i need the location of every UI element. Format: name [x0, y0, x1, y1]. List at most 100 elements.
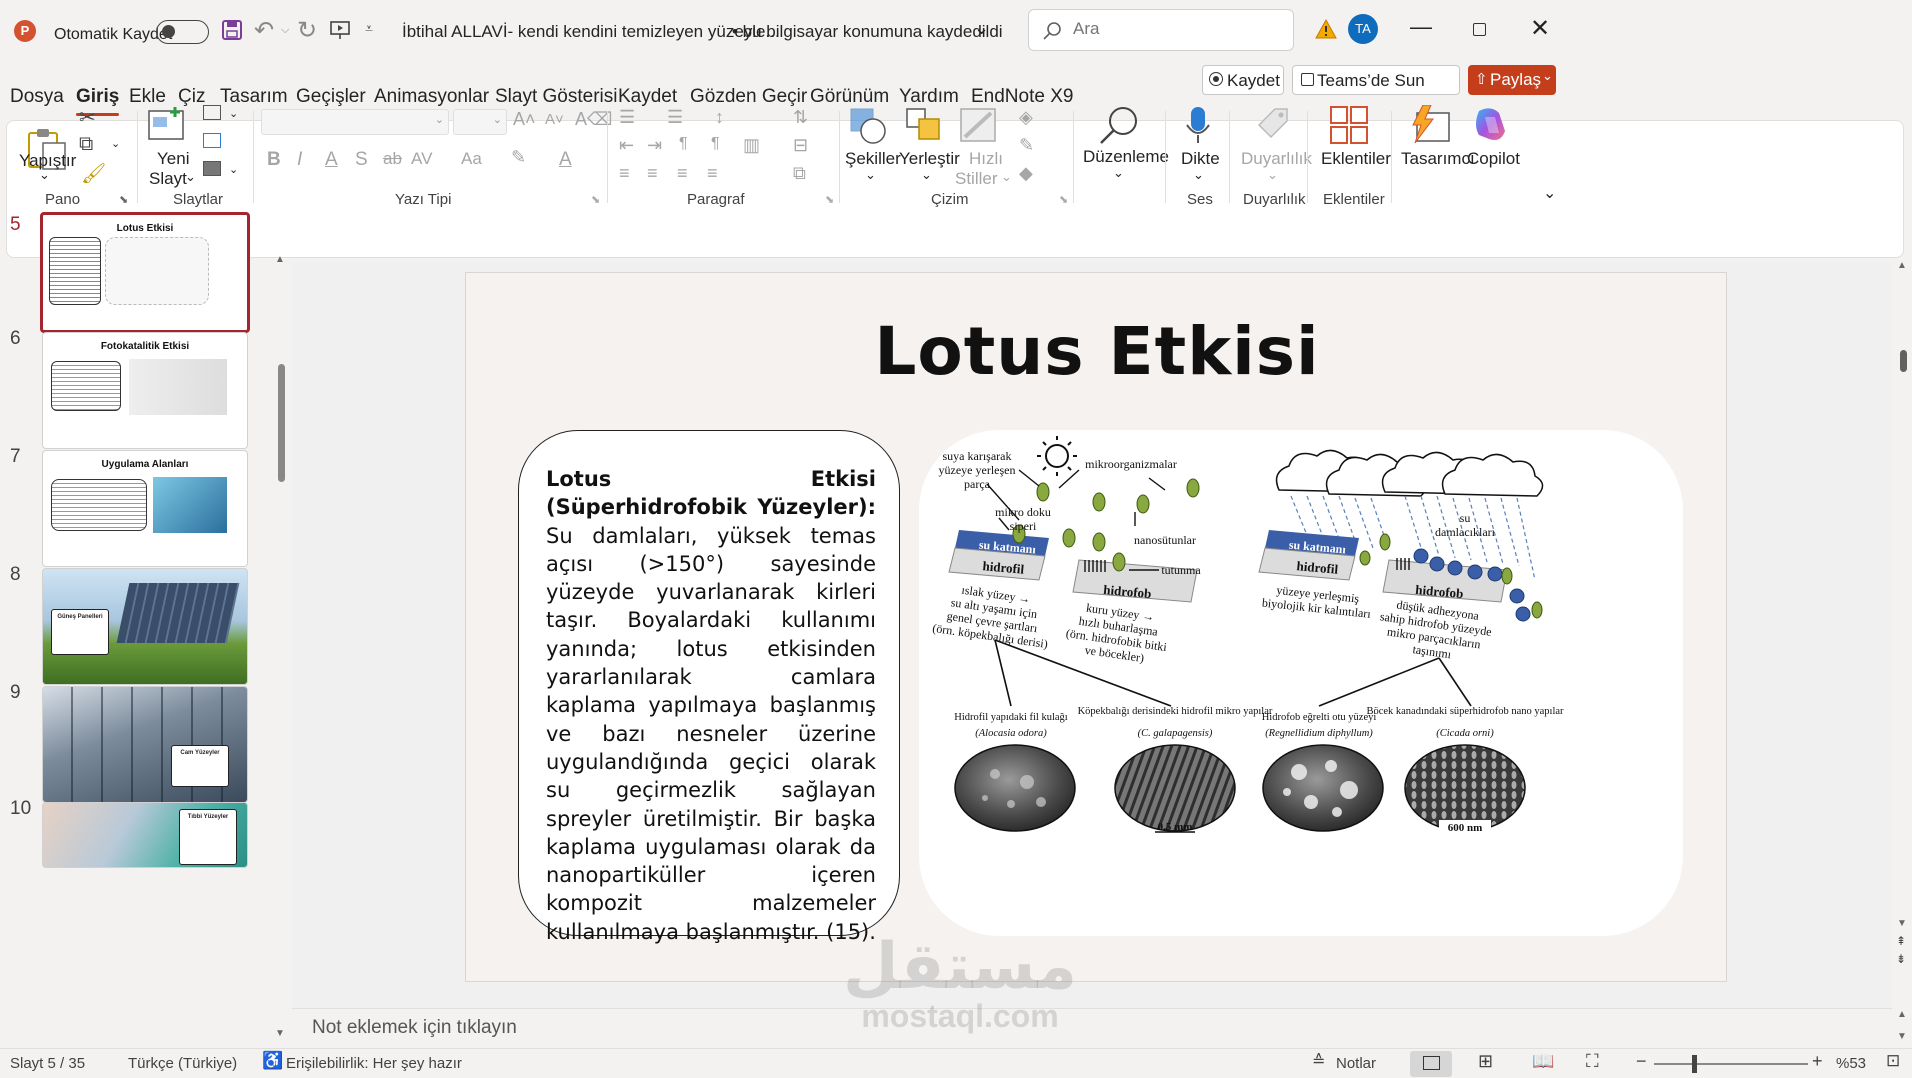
section-dropdown-icon[interactable]: ⌄	[229, 163, 238, 176]
thumbnail-slide-6[interactable]: Fotokatalitik Etkisi	[42, 332, 248, 449]
sensitivity-icon[interactable]	[1255, 105, 1291, 145]
present-from-start-icon[interactable]	[329, 19, 351, 41]
quick-styles-dropdown-icon[interactable]: ⌄	[1001, 169, 1012, 185]
font-family-select[interactable]: ⌄	[261, 109, 449, 135]
slide-title[interactable]: Lotus Etkisi	[466, 313, 1728, 390]
zoom-slider-thumb[interactable]	[1692, 1055, 1697, 1073]
numbering-icon[interactable]: ☰	[667, 107, 683, 128]
copilot-label[interactable]: Copilot	[1467, 149, 1520, 169]
drawing-launcher-icon[interactable]: ⬊	[1059, 193, 1068, 206]
arrange-icon[interactable]	[905, 107, 945, 145]
shapes-dropdown-icon[interactable]: ⌄	[865, 167, 876, 183]
editing-label[interactable]: Düzenleme	[1083, 147, 1169, 167]
slide-body-text[interactable]: Lotus Etkisi (Süperhidrofobik Yüzeyler):…	[546, 465, 876, 946]
italic-icon[interactable]: I	[297, 149, 302, 171]
font-launcher-icon[interactable]: ⬊	[591, 193, 600, 206]
ribbon-collapse-icon[interactable]: ⌄	[1543, 183, 1556, 203]
arrange-label[interactable]: Yerleştir	[899, 149, 960, 169]
bullets-icon[interactable]: ☰	[619, 107, 635, 128]
tab-endnote[interactable]: EndNote X9	[971, 86, 1073, 108]
thumbnail-slide-8[interactable]: Güneş Panelleri	[42, 568, 248, 685]
zoom-in-icon[interactable]: +	[1812, 1051, 1823, 1072]
increase-indent-icon[interactable]: ⇥	[647, 135, 662, 156]
shadow-icon[interactable]: S	[355, 149, 368, 171]
tab-tasarim[interactable]: Tasarım	[220, 86, 288, 108]
clipboard-launcher-icon[interactable]: ⬊	[119, 193, 128, 206]
normal-view-button[interactable]	[1410, 1051, 1452, 1077]
strikethrough-icon[interactable]: ab	[383, 149, 402, 169]
layout-dropdown-icon[interactable]: ⌄	[229, 107, 238, 120]
fit-to-window-icon[interactable]: ⊡	[1886, 1051, 1900, 1071]
lotus-effect-figure[interactable]: suya karışarak yüzeye yerleşen parça mik…	[919, 430, 1683, 936]
undo-icon[interactable]: ↶	[254, 16, 274, 45]
autosave-toggle[interactable]	[156, 20, 209, 44]
notes-icon[interactable]: ≙	[1312, 1051, 1325, 1071]
save-status[interactable]: • bu bilgisayar konumuna kaydedildi	[732, 22, 1003, 42]
shapes-icon[interactable]	[849, 107, 889, 145]
accessibility-status[interactable]: Erişilebilirlik: Her şey hazır	[286, 1055, 462, 1072]
tab-gozden-gecir[interactable]: Gözden Geçir	[690, 86, 807, 108]
document-title[interactable]: İbtihal ALLAVİ- kendi kendini temizleyen…	[402, 22, 780, 42]
tab-animasyonlar[interactable]: Animasyonlar	[374, 86, 489, 108]
line-spacing-icon[interactable]: ↕	[715, 107, 724, 128]
addins-label[interactable]: Eklentiler	[1321, 149, 1391, 169]
paragraph-launcher-icon[interactable]: ⬊	[825, 193, 834, 206]
editing-search-icon[interactable]	[1097, 105, 1141, 145]
change-case-icon[interactable]: Aa	[461, 149, 482, 169]
shape-outline-icon[interactable]: ✎	[1019, 135, 1034, 156]
zoom-out-icon[interactable]: −	[1636, 1051, 1647, 1072]
columns-icon[interactable]: ▥	[743, 135, 760, 156]
reading-view-icon[interactable]: 📖	[1532, 1051, 1554, 1072]
share-button[interactable]: ⇧ Paylaş ⌄	[1468, 65, 1556, 95]
paste-dropdown-icon[interactable]: ⌄	[39, 167, 50, 183]
slide-sorter-icon[interactable]: ⊞	[1478, 1051, 1493, 1072]
scroll-up-icon[interactable]: ▲	[275, 254, 285, 265]
scroll-down-icon[interactable]: ▼	[275, 1028, 285, 1039]
tab-dosya[interactable]: Dosya	[10, 86, 64, 108]
increase-font-icon[interactable]: A˄	[513, 109, 536, 130]
close-icon[interactable]: ✕	[1530, 14, 1550, 43]
thumbnail-slide-7[interactable]: Uygulama Alanları	[42, 450, 248, 567]
thumb-scrollbar[interactable]	[278, 364, 285, 482]
editing-dropdown-icon[interactable]: ⌄	[1113, 165, 1124, 181]
canvas-scroll-down-icon[interactable]: ▼	[1897, 918, 1907, 929]
align-text-icon[interactable]: ⊟	[793, 135, 808, 156]
minimize-icon[interactable]: —	[1410, 14, 1432, 40]
align-right-icon[interactable]: ≡	[677, 163, 688, 184]
tab-gorunum[interactable]: Görünüm	[810, 86, 889, 108]
decrease-indent-icon[interactable]: ⇤	[619, 135, 634, 156]
sensitivity-label[interactable]: Duyarlılık	[1241, 149, 1312, 169]
shape-fill-icon[interactable]: ◈	[1019, 107, 1033, 128]
canvas-scrollbar[interactable]	[1900, 350, 1907, 372]
reset-icon[interactable]	[203, 133, 221, 148]
canvas-scroll-up-icon[interactable]: ▲	[1897, 260, 1907, 271]
tab-slayt-gosterisi[interactable]: Slayt Gösterisi	[495, 86, 617, 108]
restore-icon[interactable]	[1473, 23, 1486, 36]
thumbnail-slide-9[interactable]: Cam Yüzeyler	[42, 686, 248, 803]
new-slide-icon[interactable]	[147, 107, 187, 143]
designer-label[interactable]: Tasarımcı	[1401, 149, 1475, 169]
font-color-icon[interactable]: A	[559, 149, 572, 171]
title-dropdown-icon[interactable]: ⌄	[974, 18, 989, 39]
align-center-icon[interactable]: ≡	[647, 163, 658, 184]
save-icon[interactable]	[221, 19, 243, 41]
rtl-icon[interactable]: ¶	[711, 135, 720, 153]
shape-effects-icon[interactable]: ◆	[1019, 163, 1033, 184]
shapes-label[interactable]: Şekiller	[845, 149, 901, 169]
notes-placeholder[interactable]: Not eklemek için tıklayın	[312, 1017, 517, 1039]
zoom-level[interactable]: %53	[1836, 1055, 1866, 1072]
layout-icon[interactable]	[203, 105, 221, 120]
record-button[interactable]: Kaydet	[1202, 65, 1284, 95]
quick-styles-icon[interactable]	[959, 107, 999, 145]
new-slide-label-2[interactable]: Slayt	[149, 169, 187, 189]
notes-scroll-up-icon[interactable]: ▲	[1897, 1009, 1907, 1020]
undo-dropdown-icon[interactable]: ⌵	[281, 24, 289, 37]
underline-icon[interactable]: A	[325, 149, 338, 171]
tab-ekle[interactable]: Ekle	[129, 86, 166, 108]
redo-icon[interactable]: ↻	[297, 16, 317, 45]
microphone-icon[interactable]	[1185, 105, 1211, 145]
dictate-label[interactable]: Dikte	[1181, 149, 1220, 169]
format-painter-icon[interactable]: 🖌	[81, 161, 106, 186]
smartart-icon[interactable]: ⧉	[793, 163, 806, 184]
bold-icon[interactable]: B	[267, 149, 281, 171]
